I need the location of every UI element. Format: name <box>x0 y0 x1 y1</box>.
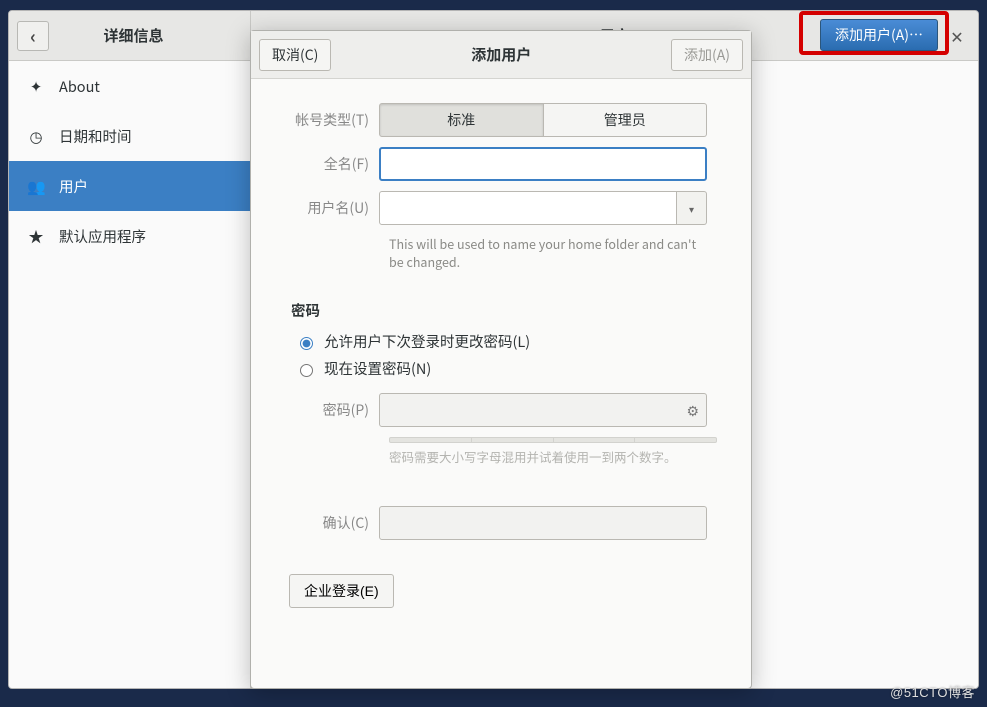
account-type-row: 帐号类型(T) 标准 管理员 <box>283 103 719 137</box>
fullname-row: 全名(F) <box>283 147 719 181</box>
dialog-title: 添加用户 <box>331 44 671 65</box>
close-button[interactable]: ✕ <box>942 11 972 60</box>
about-icon: ✦ <box>27 76 45 97</box>
pw-radio-later-label: 允许用户下次登录时更改密码(L) <box>324 331 530 352</box>
password-label: 密码(P) <box>283 400 379 420</box>
account-type-segmented: 标准 管理员 <box>379 103 707 137</box>
sidebar-item-datetime[interactable]: ◷ 日期和时间 <box>9 111 250 161</box>
username-help-text: This will be used to name your home fold… <box>389 235 709 270</box>
clock-icon: ◷ <box>27 126 45 147</box>
header-left-title: 详细信息 <box>49 25 218 46</box>
password-input[interactable] <box>379 393 707 427</box>
confirm-row: 确认(C) <box>283 506 719 540</box>
sidebar-item-default-apps[interactable]: ★ 默认应用程序 <box>9 211 250 261</box>
back-button[interactable]: ‹ <box>17 21 49 51</box>
pw-radio-later-input[interactable] <box>300 337 313 350</box>
pw-radio-now-label: 现在设置密码(N) <box>324 358 431 379</box>
chevron-down-icon: ▾ <box>689 201 694 216</box>
sidebar-item-about[interactable]: ✦ About <box>9 61 250 111</box>
sidebar-item-label: About <box>59 76 100 97</box>
add-user-dialog: 取消(C) 添加用户 添加(A) 帐号类型(T) 标准 管理员 全名(F) <box>250 30 752 689</box>
password-hint-text: 密码需要大小写字母混用并试着使用一到两个数字。 <box>389 447 709 466</box>
header-left: ‹ 详细信息 <box>9 11 251 60</box>
close-icon: ✕ <box>950 24 963 48</box>
sidebar: ✦ About ◷ 日期和时间 👥 用户 ★ 默认应用程序 <box>9 61 251 688</box>
password-row: 密码(P) ⚙ <box>283 393 719 427</box>
add-button[interactable]: 添加(A) <box>671 39 743 71</box>
username-combo: ▾ <box>379 191 707 225</box>
enterprise-login-button[interactable]: 企业登录(E) <box>289 574 394 608</box>
fullname-label: 全名(F) <box>283 154 379 174</box>
watermark: @51CTO博客 <box>890 682 975 701</box>
username-row: 用户名(U) ▾ <box>283 191 719 225</box>
account-type-standard[interactable]: 标准 <box>379 103 544 137</box>
confirm-input[interactable] <box>379 506 707 540</box>
sidebar-item-label: 用户 <box>59 176 88 197</box>
fullname-input[interactable] <box>379 147 707 181</box>
star-icon: ★ <box>27 226 45 247</box>
dialog-header: 取消(C) 添加用户 添加(A) <box>251 31 751 79</box>
username-label: 用户名(U) <box>283 198 379 218</box>
confirm-label: 确认(C) <box>283 513 379 533</box>
cancel-button[interactable]: 取消(C) <box>259 39 331 71</box>
username-input[interactable] <box>379 191 677 225</box>
pw-radio-now-input[interactable] <box>300 364 313 377</box>
sidebar-item-users[interactable]: 👥 用户 <box>9 161 250 211</box>
account-type-admin[interactable]: 管理员 <box>544 103 708 137</box>
pw-radio-later[interactable]: 允许用户下次登录时更改密码(L) <box>295 331 719 352</box>
users-icon: 👥 <box>27 176 45 197</box>
dialog-body: 帐号类型(T) 标准 管理员 全名(F) 用户名(U) <box>251 79 751 688</box>
sidebar-item-label: 日期和时间 <box>59 126 132 147</box>
username-dropdown-button[interactable]: ▾ <box>677 191 707 225</box>
password-section-title: 密码 <box>291 300 719 321</box>
gear-icon[interactable]: ⚙ <box>686 401 699 421</box>
password-strength-meter <box>389 437 717 443</box>
pw-radio-now[interactable]: 现在设置密码(N) <box>295 358 719 379</box>
sidebar-item-label: 默认应用程序 <box>59 226 146 247</box>
add-user-button[interactable]: 添加用户(A)… <box>820 19 938 51</box>
account-type-label: 帐号类型(T) <box>283 110 379 130</box>
chevron-left-icon: ‹ <box>30 27 36 45</box>
